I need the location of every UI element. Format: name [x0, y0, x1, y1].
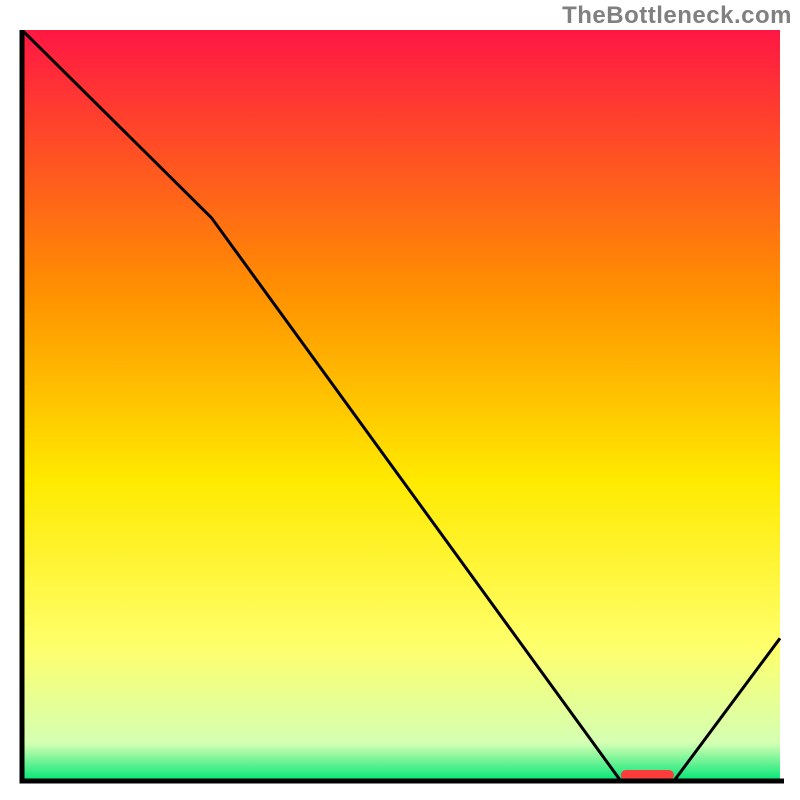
chart-svg [16, 30, 786, 787]
plot-area [16, 30, 786, 787]
chart-wrap: TheBottleneck.com [0, 0, 800, 800]
watermark-text: TheBottleneck.com [562, 2, 792, 30]
